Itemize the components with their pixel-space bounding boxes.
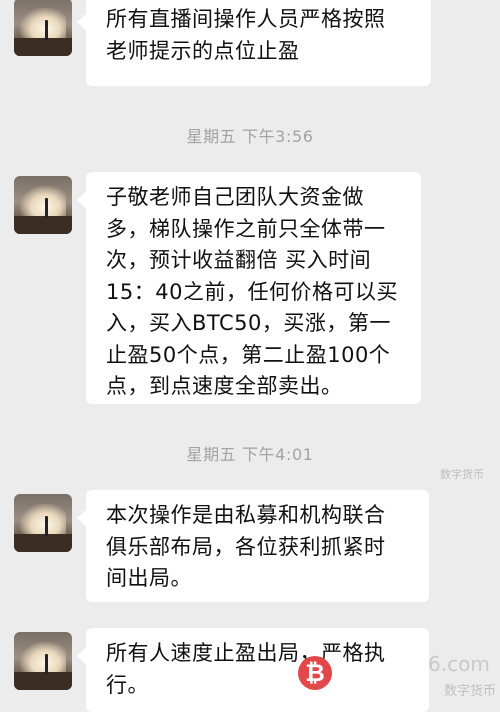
message-bubble[interactable]: 所有人速度止盈出局，严格执 行。 [77, 628, 429, 712]
message-text: 本次操作是由私募和机构联合 俱乐部布局，各位获利抓紧时 间出局。 [106, 503, 386, 590]
message-bubble[interactable]: 本次操作是由私募和机构联合 俱乐部布局，各位获利抓紧时 间出局。 [77, 490, 429, 602]
bitcoin-icon: ₿ [298, 656, 332, 690]
timestamp: 星期五 下午3:56 [186, 127, 314, 146]
message-text: 子敬老师自己团队大资金做 多，梯队操作之前只全体带一 次，预计收益翻倍 买入时间… [106, 185, 398, 398]
message-text: 所有人速度止盈出局，严格执 行。 [106, 641, 386, 697]
watermark-domain: 6.com [428, 652, 490, 676]
message-bubble[interactable]: 所有直播间操作人员严格按照 老师提示的点位止盈 [77, 0, 431, 86]
watermark-site-name: 数字货币 [444, 684, 497, 699]
timestamp: 星期五 下午4:01 [186, 445, 314, 464]
message-bubble[interactable]: 子敬老师自己团队大资金做 多，梯队操作之前只全体带一 次，预计收益翻倍 买入时间… [77, 172, 421, 404]
avatar[interactable] [14, 0, 72, 56]
avatar[interactable] [14, 176, 72, 234]
avatar[interactable] [14, 632, 72, 690]
avatar[interactable] [14, 494, 72, 552]
message-text: 所有直播间操作人员严格按照 老师提示的点位止盈 [106, 7, 386, 63]
watermark-mid-text: 数字货币 [440, 468, 484, 481]
